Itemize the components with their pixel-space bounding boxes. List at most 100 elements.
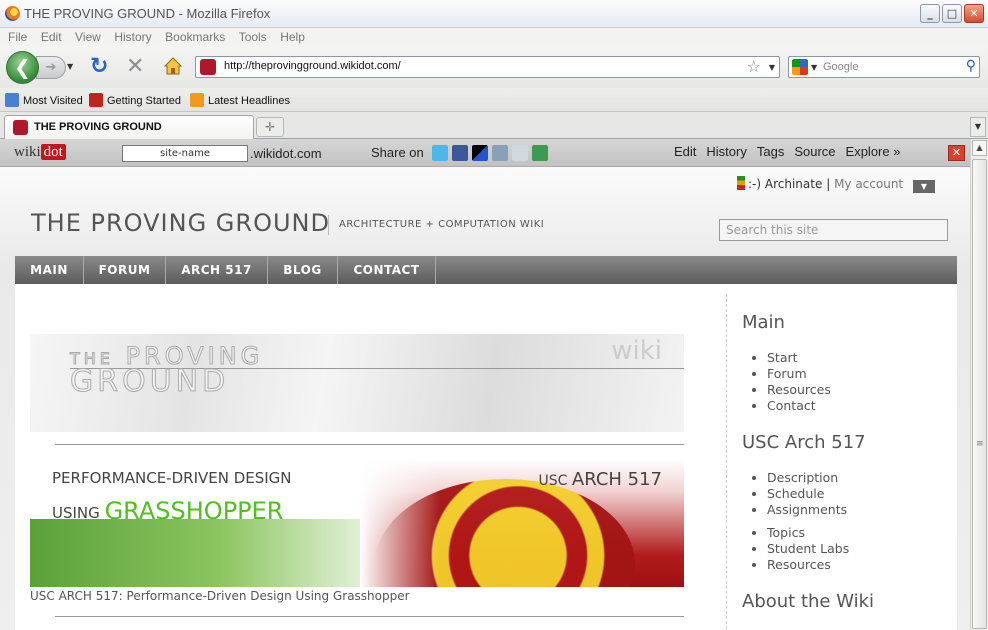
sidebar-list-arch-517: Description Schedule Assignments — [767, 470, 847, 518]
search-engine-icon[interactable] — [792, 59, 808, 75]
stumbleupon-icon[interactable] — [532, 145, 548, 161]
scroll-up-icon[interactable]: ▲ — [972, 140, 987, 156]
wikidot-bar: wiki dot site-name .wikidot.com Share on … — [0, 139, 970, 167]
address-url[interactable]: http://theprovingground.wikidot.com/ — [224, 60, 401, 72]
wikidot-logo[interactable]: wiki dot — [14, 144, 66, 161]
nav-arch-517[interactable]: ARCH 517 — [166, 256, 268, 284]
nav-contact[interactable]: CONTACT — [338, 256, 436, 284]
history-dropdown-icon[interactable]: ▼ — [67, 62, 73, 71]
menu-bookmarks[interactable]: Bookmarks — [165, 28, 225, 46]
wikidot-domain: .wikidot.com — [250, 146, 322, 161]
main-content: THE PROVING GROUND wiki PERFORMANCE-DRIV… — [15, 284, 957, 630]
address-bar[interactable]: http://theprovingground.wikidot.com/ ☆ ▼ — [195, 56, 780, 78]
forward-button[interactable]: ➔ — [36, 56, 66, 79]
getting-started-icon — [89, 93, 103, 107]
new-tab-button[interactable]: ✛ — [256, 117, 284, 137]
tab-label: THE PROVING GROUND — [34, 121, 162, 133]
sidebar-item-schedule[interactable]: Schedule — [767, 486, 847, 502]
engine-dropdown-icon[interactable]: ▼ — [811, 63, 817, 72]
bookmark-label: Most Visited — [23, 95, 83, 107]
sidebar-item-description[interactable]: Description — [767, 470, 847, 486]
facebook-icon[interactable] — [452, 145, 468, 161]
sidebar-item-student-labs[interactable]: Student Labs — [767, 541, 849, 557]
banner-caption: USC ARCH 517: Performance-Driven Design … — [30, 589, 410, 603]
my-account-link[interactable]: My account — [834, 177, 903, 191]
nav-forum[interactable]: FORUM — [84, 256, 166, 284]
divider — [55, 444, 684, 445]
menu-history[interactable]: History — [114, 28, 151, 46]
bookmark-star-icon[interactable]: ☆ — [747, 57, 761, 76]
delicious-icon[interactable] — [472, 145, 488, 161]
bookmarks-toolbar: Most Visited Getting Started Latest Head… — [0, 88, 988, 112]
twitter-icon[interactable] — [432, 145, 448, 161]
stop-icon[interactable]: ✕ — [126, 56, 144, 78]
nav-blog[interactable]: BLOG — [268, 256, 338, 284]
source-link[interactable]: Source — [794, 144, 835, 159]
reload-icon[interactable]: ↻ — [90, 56, 108, 78]
user-bar: :-) Archinate | My account ▼ — [737, 176, 935, 193]
window-title: THE PROVING GROUND - Mozilla Firefox — [24, 6, 271, 21]
top-navigation: MAIN FORUM ARCH 517 BLOG CONTACT — [15, 256, 957, 284]
menu-file[interactable]: File — [8, 28, 27, 46]
sidebar-item-topics[interactable]: Topics — [767, 525, 849, 541]
search-bar[interactable]: ▼ Google ⚲ — [788, 56, 980, 78]
wikidot-page-menu: Edit History Tags Source Explore » — [674, 144, 900, 159]
menu-edit[interactable]: Edit — [41, 28, 62, 46]
username-link[interactable]: Archinate — [765, 177, 822, 191]
banner-text: USC — [538, 473, 568, 489]
back-button[interactable]: ❮ — [6, 51, 39, 84]
close-window-button[interactable]: ✕ — [964, 4, 984, 23]
tab-the-proving-ground[interactable]: THE PROVING GROUND — [4, 115, 254, 139]
nav-main[interactable]: MAIN — [15, 256, 84, 284]
tab-strip: THE PROVING GROUND ✛ ▼ — [0, 112, 988, 139]
explore-link[interactable]: Explore » — [846, 144, 901, 159]
sidebar-item-forum[interactable]: Forum — [767, 366, 831, 382]
search-icon[interactable]: ⚲ — [966, 58, 976, 74]
menu-view[interactable]: View — [75, 28, 101, 46]
digg-icon[interactable] — [492, 145, 508, 161]
bookmark-most-visited[interactable]: Most Visited — [5, 93, 83, 107]
close-bar-icon[interactable]: ✕ — [948, 145, 965, 161]
rss-icon — [190, 93, 204, 107]
banner-text-accent: GRASSHOPPER — [104, 497, 284, 525]
bookmark-label: Latest Headlines — [208, 95, 290, 107]
minimize-button[interactable]: _ — [920, 4, 940, 23]
sidebar-item-resources[interactable]: Resources — [767, 557, 849, 573]
sidebar-heading-usc-arch-517: USC Arch 517 — [742, 432, 866, 453]
sidebar-item-start[interactable]: Start — [767, 350, 831, 366]
site-search-input[interactable]: Search this site — [719, 219, 948, 241]
bookmark-getting-started[interactable]: Getting Started — [89, 93, 181, 107]
reddit-icon[interactable] — [512, 145, 528, 161]
menu-tools[interactable]: Tools — [239, 28, 267, 46]
search-input[interactable]: Google — [823, 61, 858, 73]
tags-link[interactable]: Tags — [757, 144, 784, 159]
site-name-input[interactable]: site-name — [122, 145, 248, 162]
bookmark-label: Getting Started — [107, 95, 181, 107]
sidebar-item-assignments[interactable]: Assignments — [767, 502, 847, 518]
vertical-scrollbar[interactable]: ▲ ≡ — [970, 139, 988, 630]
proving-ground-banner: THE PROVING GROUND wiki — [30, 334, 684, 432]
sidebar-item-resources[interactable]: Resources — [767, 382, 831, 398]
banner-text-accent: ARCH 517 — [571, 469, 662, 490]
window-controls: _ □ ✕ — [920, 4, 984, 23]
share-label: Share on — [371, 145, 424, 160]
site-title[interactable]: THE PROVING GROUND — [31, 209, 330, 237]
tab-list-button[interactable]: ▼ — [970, 117, 986, 137]
share-icons — [432, 145, 548, 161]
site-favicon-icon — [200, 59, 216, 75]
edit-link[interactable]: Edit — [674, 144, 696, 159]
scrollbar-grip-icon: ≡ — [976, 439, 984, 449]
account-dropdown-icon[interactable]: ▼ — [912, 180, 935, 193]
url-dropdown-icon[interactable]: ▼ — [769, 63, 775, 72]
menu-help[interactable]: Help — [280, 28, 305, 46]
sidebar-heading-about-wiki: About the Wiki — [742, 591, 875, 612]
sidebar-item-contact[interactable]: Contact — [767, 398, 831, 414]
home-icon[interactable] — [162, 55, 184, 77]
history-link[interactable]: History — [706, 144, 746, 159]
sidebar-list-main: Start Forum Resources Contact — [767, 350, 831, 414]
maximize-button[interactable]: □ — [942, 4, 962, 23]
bookmark-latest-headlines[interactable]: Latest Headlines — [190, 93, 290, 107]
menu-bar: File Edit View History Bookmarks Tools H… — [0, 28, 988, 46]
scrollbar-thumb[interactable] — [972, 159, 987, 629]
window-titlebar: THE PROVING GROUND - Mozilla Firefox _ □… — [0, 0, 988, 28]
